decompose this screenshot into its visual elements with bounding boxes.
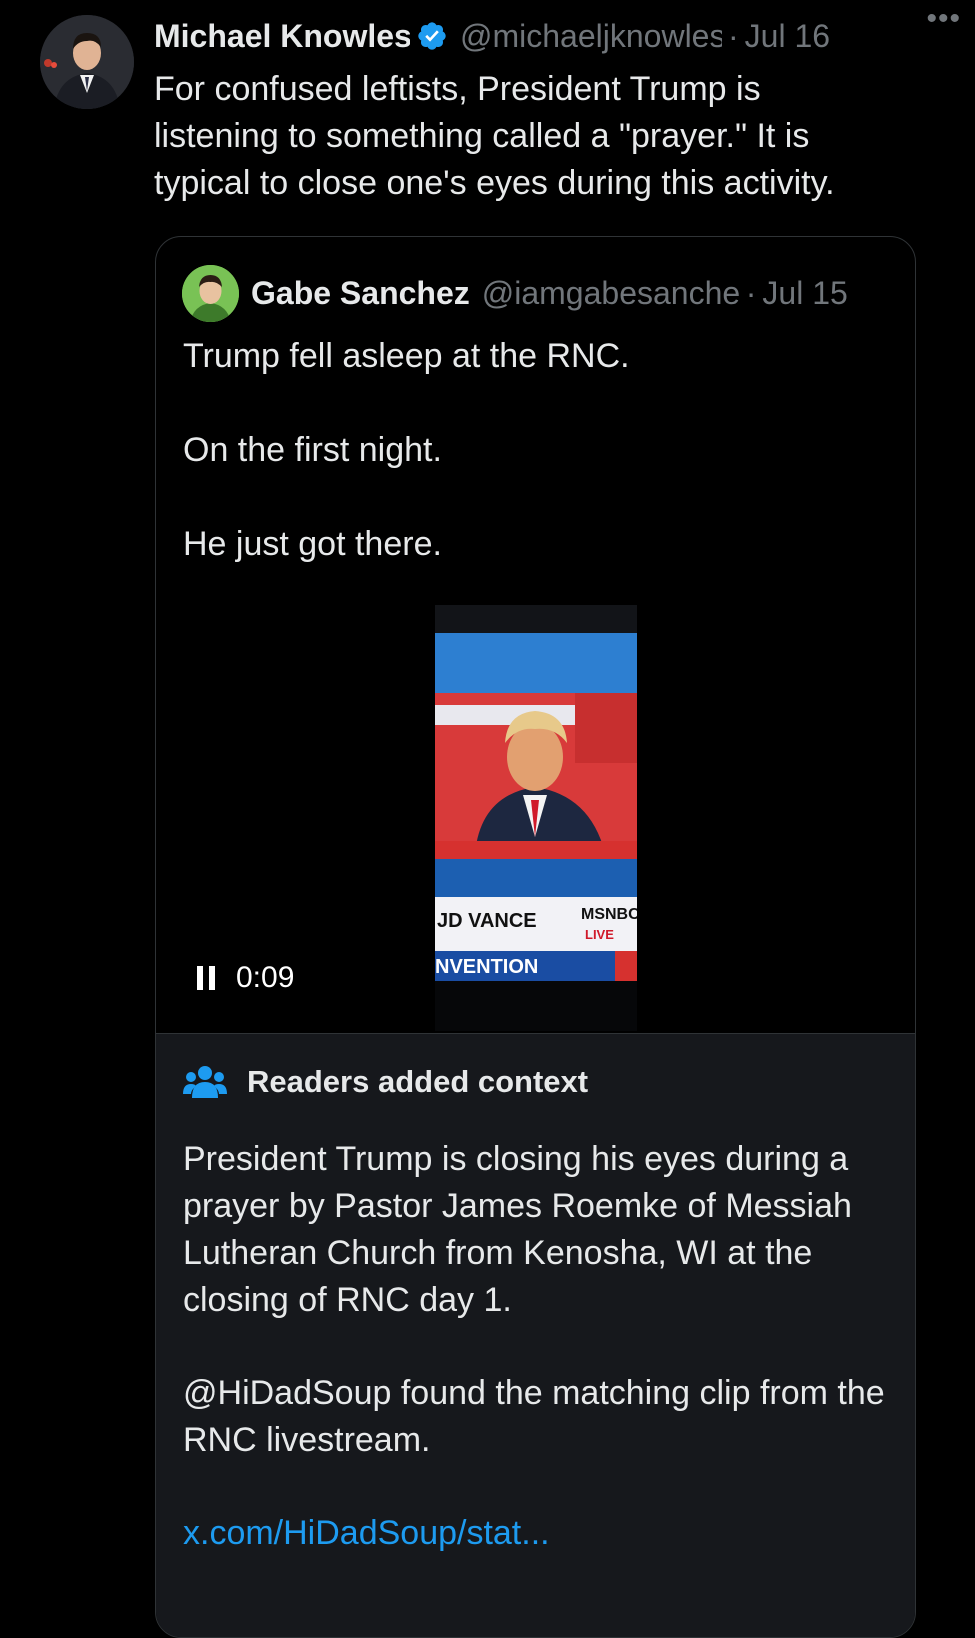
community-note: Readers added context President Trump is…: [156, 1033, 915, 1637]
quote-text: Trump fell asleep at the RNC. On the fir…: [183, 333, 883, 615]
svg-text:LIVE: LIVE: [585, 927, 614, 942]
tweet-date[interactable]: Jul 16: [745, 18, 830, 55]
quote-date[interactable]: Jul 15: [762, 275, 847, 312]
author-handle[interactable]: @michaeljknowles: [460, 18, 722, 55]
video-frame: JD VANCE MSNBC LIVE NVENTION: [435, 605, 637, 1031]
svg-text:MSNBC: MSNBC: [581, 906, 637, 923]
svg-text:JD VANCE: JD VANCE: [437, 910, 537, 932]
community-note-paragraph: President Trump is closing his eyes duri…: [183, 1140, 852, 1319]
tweet[interactable]: Michael Knowles @michaeljknowles · Jul 1…: [0, 0, 975, 1638]
tweet-text-line: typical to close one's eyes during this …: [154, 164, 835, 202]
video-still-image: JD VANCE MSNBC LIVE NVENTION: [435, 605, 637, 1031]
author-name[interactable]: Michael Knowles: [154, 18, 410, 55]
pause-icon[interactable]: [196, 965, 216, 991]
verified-badge-icon: [418, 22, 446, 50]
video-timestamp: 0:09: [236, 961, 295, 994]
tweet-text: For confused leftists, President Trump i…: [154, 66, 924, 207]
quote-text-line: He just got there.: [183, 525, 442, 563]
people-icon: [183, 1066, 227, 1098]
quote-text-line: On the first night.: [183, 431, 442, 469]
community-note-header: Readers added context: [183, 1064, 588, 1100]
quoted-tweet-card[interactable]: Gabe Sanchez @iamgabesanchez · Jul 15 Tr…: [155, 236, 916, 1638]
video-controls: 0:09: [196, 961, 294, 995]
tweet-header: Michael Knowles @michaeljknowles · Jul 1…: [154, 14, 934, 58]
quote-header-separator: ·: [745, 274, 757, 311]
author-avatar-image: [40, 15, 134, 109]
quote-text-line: Trump fell asleep at the RNC.: [183, 337, 630, 375]
quote-author-name[interactable]: Gabe Sanchez: [251, 275, 470, 312]
author-avatar[interactable]: [40, 15, 134, 109]
community-note-title: Readers added context: [247, 1064, 589, 1099]
tweet-text-line: For confused leftists, President Trump i…: [154, 70, 761, 108]
video-player[interactable]: JD VANCE MSNBC LIVE NVENTION 0:09: [156, 605, 915, 1031]
header-separator: ·: [728, 17, 739, 54]
quote-author-avatar-image: [182, 265, 239, 322]
quote-author-handle[interactable]: @iamgabesanchez: [482, 275, 740, 312]
svg-text:NVENTION: NVENTION: [435, 956, 538, 978]
tweet-text-line: listening to something called a "prayer.…: [154, 117, 810, 155]
community-note-body: President Trump is closing his eyes duri…: [183, 1136, 893, 1557]
community-note-link[interactable]: x.com/HiDadSoup/stat...: [183, 1514, 550, 1552]
more-icon[interactable]: •••: [926, 2, 961, 36]
community-note-paragraph: @HiDadSoup found the matching clip from …: [183, 1374, 885, 1459]
quote-author-avatar[interactable]: [182, 265, 239, 322]
quote-header: Gabe Sanchez @iamgabesanchez · Jul 15: [251, 271, 848, 315]
